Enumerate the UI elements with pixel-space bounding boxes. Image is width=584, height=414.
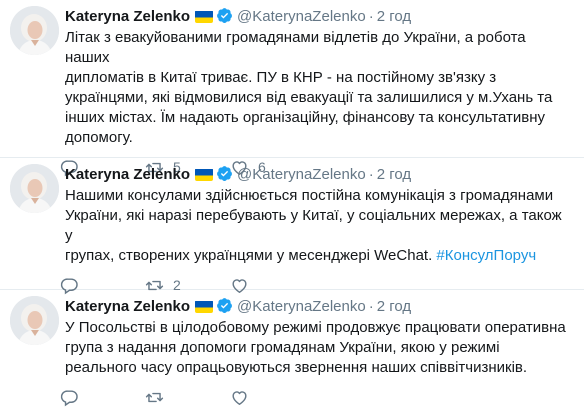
tweet-text: Літак з евакуйованими громадянами відлет… [65,29,553,146]
retweet-button[interactable] [145,388,230,407]
author-handle[interactable]: @KaterynaZelenko [237,298,366,315]
tweet-actions [60,382,572,412]
like-button[interactable] [230,388,315,407]
tweet-text: Нашими консулами здійснюється постійна к… [65,186,572,266]
tweet-header: Kateryna Zelenko @KaterynaZelenko · 2 год [65,0,572,27]
tweet[interactable]: Kateryna Zelenko @KaterynaZelenko · 2 год Н… [0,158,584,294]
author-name[interactable]: Kateryna Zelenko [65,8,190,25]
like-icon [232,390,247,405]
reply-icon [60,389,78,406]
tweet-header: Kateryna Zelenko @KaterynaZelenko · 2 год [65,158,572,185]
author-name[interactable]: Kateryna Zelenko [65,166,190,183]
tweet-time[interactable]: 2 год [377,166,411,183]
tweet-time[interactable]: 2 год [377,298,411,315]
hashtag-link[interactable]: #КонсулПоруч [436,247,536,264]
tweet[interactable]: Kateryna Zelenko @KaterynaZelenko · 2 год У… [0,290,584,414]
tweet-time[interactable]: 2 год [377,8,411,25]
author-name[interactable]: Kateryna Zelenko [65,298,190,315]
retweet-icon [145,392,164,402]
separator-dot: · [368,298,374,315]
verified-badge-icon [216,7,233,24]
separator-dot: · [368,166,374,183]
ukraine-flag-icon [195,300,214,313]
tweet-text: У Посольстві в цілодобовому режимі продо… [65,319,566,376]
tweet[interactable]: Kateryna Zelenko @KaterynaZelenko · 2 год Л… [0,0,584,176]
tweet-header: Kateryna Zelenko @KaterynaZelenko · 2 год [65,290,572,317]
avatar[interactable] [10,164,59,213]
ukraine-flag-icon [195,168,214,181]
separator-dot: · [368,8,374,25]
avatar[interactable] [10,296,59,345]
author-handle[interactable]: @KaterynaZelenko [237,166,366,183]
verified-badge-icon [216,297,233,314]
verified-badge-icon [216,165,233,182]
reply-button[interactable] [60,388,145,407]
author-handle[interactable]: @KaterynaZelenko [237,8,366,25]
ukraine-flag-icon [195,10,214,23]
avatar[interactable] [10,6,59,55]
